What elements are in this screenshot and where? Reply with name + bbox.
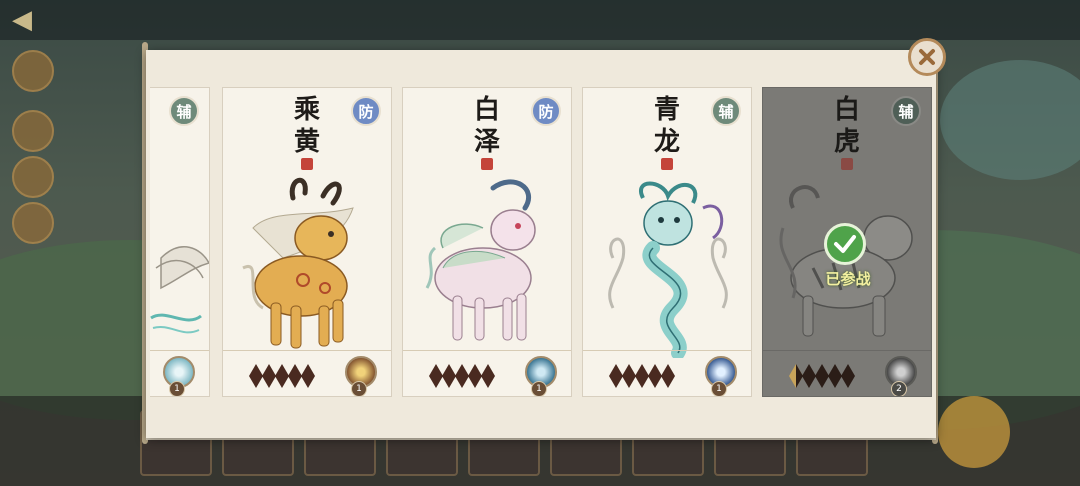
star-icon <box>455 364 469 388</box>
star-icon <box>288 364 302 388</box>
skill-level-badge: 1 <box>711 381 727 396</box>
star-icon <box>249 364 263 388</box>
background-gold-button <box>938 396 1010 468</box>
side-menu-icon <box>12 110 54 152</box>
beast-name: 白泽 <box>473 95 500 157</box>
star-icon <box>609 364 623 388</box>
beast-card-baihu[interactable]: 白虎 辅 已参战 2 <box>762 87 932 397</box>
side-menu-icon <box>12 202 54 244</box>
side-menu-icon <box>12 156 54 198</box>
back-arrow-icon: ◀ <box>12 5 32 35</box>
star-icon <box>429 364 443 388</box>
joined-status-label: 已参战 <box>825 270 871 288</box>
star-icon <box>789 364 803 388</box>
defense-role-badge: 防 <box>351 96 381 126</box>
star-rating <box>609 364 675 388</box>
qinglong-dragon-art-icon <box>608 181 728 358</box>
support-role-badge: 辅 <box>891 96 921 126</box>
skill-level-badge: 2 <box>891 381 907 396</box>
close-button[interactable] <box>908 38 946 76</box>
star-icon <box>622 364 636 388</box>
winged-beast-art-icon <box>150 246 209 334</box>
star-icon <box>648 364 662 388</box>
beast-name: 乘黄 <box>293 95 320 157</box>
star-rating <box>789 364 855 388</box>
background-top-bar <box>0 0 1080 40</box>
support-role-badge: 辅 <box>711 96 741 126</box>
star-icon <box>802 364 816 388</box>
skill-level-badge: 1 <box>531 381 547 396</box>
star-icon <box>828 364 842 388</box>
star-rating <box>249 364 315 388</box>
star-icon <box>815 364 829 388</box>
close-x-icon <box>919 49 935 65</box>
support-role-badge: 辅 <box>169 96 199 126</box>
star-icon <box>635 364 649 388</box>
beast-card-qinglong[interactable]: 青龙 辅 1 <box>582 87 752 397</box>
star-icon <box>841 364 855 388</box>
beast-card-baize[interactable]: 白泽 防 1 <box>402 87 572 397</box>
baize-beast-art-icon <box>425 179 536 341</box>
star-icon <box>301 364 315 388</box>
star-icon <box>262 364 276 388</box>
joined-check-icon <box>824 223 866 265</box>
beast-card-chenghuang[interactable]: 乘黄 防 1 <box>222 87 392 397</box>
defense-role-badge: 防 <box>531 96 561 126</box>
star-icon <box>275 364 289 388</box>
star-rating <box>429 364 495 388</box>
star-icon <box>468 364 482 388</box>
star-icon <box>661 364 675 388</box>
star-icon <box>481 364 495 388</box>
skill-level-badge: 1 <box>351 381 367 396</box>
side-menu-icon <box>12 50 54 92</box>
beast-name: 白虎 <box>833 95 860 157</box>
star-icon <box>442 364 456 388</box>
skill-level-badge: 1 <box>169 381 185 396</box>
beast-name: 青龙 <box>653 95 680 157</box>
chenghuang-beast-art-icon <box>242 178 354 349</box>
